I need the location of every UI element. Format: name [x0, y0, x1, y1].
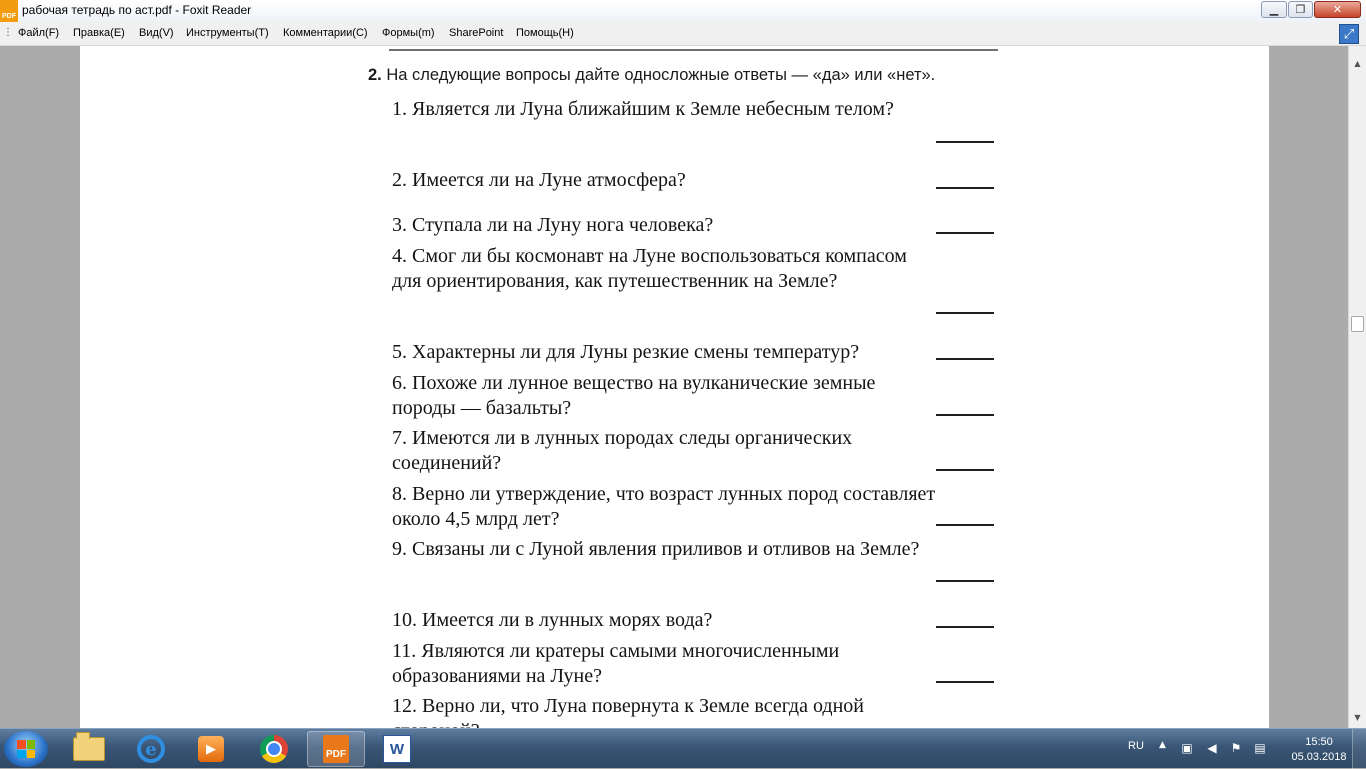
question-item: 7. Имеются ли в лунных породах следы орг… [392, 427, 853, 474]
question-item: 9. Связаны ли с Луной явления приливов и… [392, 538, 920, 560]
taskbar: e ▶ PDF W RU ▲ ▣ ◀ ⚑ ▤ 15:50 05.03.2018 [0, 728, 1366, 769]
windows-logo-icon [17, 740, 35, 758]
ie-icon: e [137, 735, 165, 763]
fullscreen-toggle-icon[interactable]: ⤢ [1339, 24, 1359, 44]
answer-blank [936, 469, 994, 471]
foxit-pdf-icon: PDF [323, 735, 349, 763]
toolbar-grip-icon[interactable]: ⋮ [3, 27, 13, 38]
menu-comments[interactable]: Комментарии(C) [283, 27, 368, 39]
section-heading: 2. На следующие вопросы дайте односложны… [368, 66, 935, 85]
network-icon[interactable]: ▤ [1253, 741, 1267, 755]
volume-muted-icon[interactable]: ◀ [1205, 741, 1219, 755]
answer-blank [936, 681, 994, 683]
pdf-page[interactable]: 2. На следующие вопросы дайте односложны… [80, 46, 1269, 728]
menu-bar: ⋮ Файл(F) Правка(E) Вид(V) Инструменты(T… [0, 22, 1366, 46]
menu-edit[interactable]: Правка(E) [73, 27, 125, 39]
window-title: рабочая тетрадь по аст.pdf - Foxit Reade… [22, 3, 252, 17]
language-indicator[interactable]: RU [1128, 740, 1144, 752]
section-number: 2. [368, 66, 382, 84]
question-item: 8. Верно ли утверждение, что возраст лун… [392, 483, 936, 530]
question-item: 2. Имеется ли на Луне атмосфера? [392, 169, 686, 191]
scroll-up-icon[interactable]: ▲ [1350, 56, 1365, 71]
start-button[interactable] [4, 731, 48, 767]
show-hidden-icons-icon[interactable]: ▲ [1159, 740, 1166, 750]
action-center-icon[interactable]: ⚑ [1229, 741, 1243, 755]
question-item: 5. Характерны ли для Луны резкие смены т… [392, 341, 860, 363]
close-button[interactable]: ✕ [1314, 1, 1361, 18]
answer-blank [936, 414, 994, 416]
menu-help[interactable]: Помощь(H) [516, 27, 574, 39]
menu-forms[interactable]: Формы(m) [382, 27, 435, 39]
section-heading-text: На следующие вопросы дайте односложные о… [386, 66, 936, 84]
maximize-button[interactable]: ❐ [1288, 1, 1313, 18]
menu-file[interactable]: Файл(F) [18, 27, 59, 39]
taskbar-chrome[interactable] [245, 731, 303, 767]
network-device-icon[interactable]: ▣ [1180, 741, 1194, 755]
question-item: 12. Верно ли, что Луна повернута к Земле… [392, 695, 864, 728]
page-divider [389, 49, 998, 51]
vertical-scrollbar[interactable]: ▲ ▼ [1348, 46, 1366, 728]
scroll-thumb[interactable] [1351, 316, 1364, 332]
word-icon: W [383, 735, 411, 763]
taskbar-media-player[interactable]: ▶ [182, 731, 240, 767]
question-item: 10. Имеется ли в лунных морях вода? [392, 609, 713, 631]
clock[interactable]: 15:50 05.03.2018 [1290, 735, 1348, 765]
foxit-app-icon[interactable]: PDF [0, 0, 18, 22]
answer-blank [936, 141, 994, 143]
question-item: 6. Похоже ли лунное вещество на вулканич… [392, 372, 876, 419]
menu-sharepoint[interactable]: SharePoint [449, 27, 503, 39]
taskbar-word[interactable]: W [368, 731, 426, 767]
answer-blank [936, 358, 994, 360]
menu-tools[interactable]: Инструменты(T) [186, 27, 269, 39]
question-item: 3. Ступала ли на Луну нога человека? [392, 214, 714, 236]
menu-view[interactable]: Вид(V) [139, 27, 174, 39]
question-item: 4. Смог ли бы космонавт на Луне воспольз… [392, 245, 907, 292]
scroll-down-icon[interactable]: ▼ [1350, 710, 1365, 725]
question-item: 1. Является ли Луна ближайшим к Земле не… [392, 98, 894, 120]
show-desktop-button[interactable] [1352, 729, 1366, 769]
answer-blank [936, 580, 994, 582]
taskbar-explorer[interactable] [60, 731, 118, 767]
taskbar-foxit[interactable]: PDF [307, 731, 365, 767]
explorer-icon [73, 732, 105, 761]
chrome-icon [260, 735, 288, 763]
answer-blank [936, 626, 994, 628]
clock-date: 05.03.2018 [1291, 751, 1347, 763]
answer-blank [936, 524, 994, 526]
title-bar: PDF рабочая тетрадь по аст.pdf - Foxit R… [0, 0, 1366, 23]
question-item: 11. Являются ли кратеры самыми многочисл… [392, 640, 840, 687]
answer-blank [936, 232, 994, 234]
taskbar-ie[interactable]: e [122, 731, 180, 767]
document-area[interactable]: 2. На следующие вопросы дайте односложны… [0, 46, 1348, 728]
minimize-button[interactable]: ▁ [1261, 1, 1287, 18]
media-player-icon: ▶ [198, 736, 224, 762]
answer-blank [936, 312, 994, 314]
answer-blank [936, 187, 994, 189]
clock-time: 15:50 [1305, 736, 1333, 748]
